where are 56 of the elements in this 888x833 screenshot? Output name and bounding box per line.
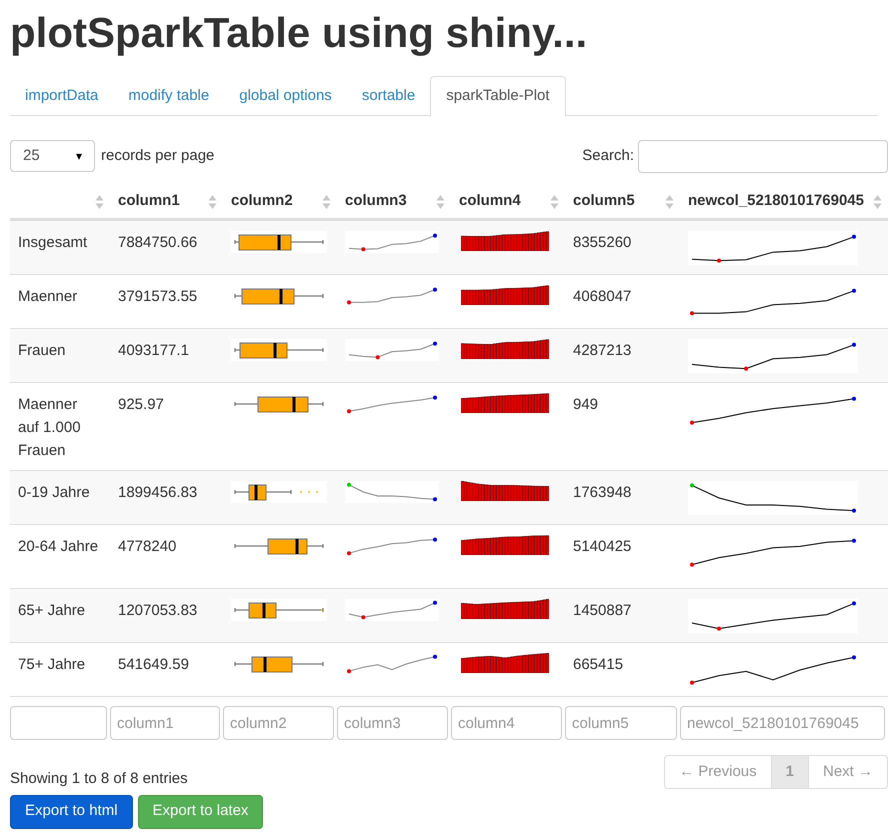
filter-field[interactable]: column5: [565, 706, 677, 740]
records-per-page-select[interactable]: 25 ▾: [10, 140, 95, 172]
column-header[interactable]: column5: [573, 190, 635, 212]
table-cell: 541649.59: [118, 656, 189, 673]
tab[interactable]: importData: [10, 76, 114, 116]
export-button[interactable]: Export to html: [10, 794, 133, 828]
records-per-page-label: records per page: [101, 146, 214, 166]
filter-field[interactable]: column2: [223, 706, 334, 740]
page-title: plotSparkTable using shiny...: [9, 8, 588, 54]
table-cell: 5140425: [573, 538, 632, 555]
table-cell: Maenner auf 1.000 Frauen: [18, 396, 81, 459]
column-header[interactable]: newcol_52180101769045: [688, 190, 864, 212]
sort-icon[interactable]: [322, 194, 331, 210]
filter-field[interactable]: column1: [110, 706, 220, 740]
table-cell: 7884750.66: [118, 234, 198, 251]
filter-field[interactable]: newcol_52180101769045: [680, 706, 885, 740]
table-cell: Insgesamt: [18, 234, 88, 251]
search-field[interactable]: [638, 140, 888, 172]
column-header[interactable]: column3: [345, 190, 407, 212]
table-cell: 3791573.55: [118, 288, 198, 305]
entries-info: Showing 1 to 8 of 8 entries: [10, 769, 188, 789]
sort-icon[interactable]: [95, 194, 104, 210]
tab[interactable]: global options: [224, 76, 347, 116]
sort-icon[interactable]: [208, 194, 217, 210]
sort-icon[interactable]: [665, 194, 674, 210]
filter-field[interactable]: [10, 706, 107, 740]
table-cell: 8355260: [573, 234, 632, 251]
table-cell: 20-64 Jahre: [18, 538, 98, 555]
filter-field[interactable]: column3: [337, 706, 448, 740]
table-cell: 4287213: [573, 342, 632, 359]
tab[interactable]: modify table: [113, 76, 224, 116]
tab[interactable]: sparkTable-Plot: [430, 76, 566, 117]
table-cell: 1763948: [573, 484, 632, 501]
table-cell: 665415: [573, 656, 624, 673]
table-cell: 65+ Jahre: [18, 602, 86, 619]
sort-icon[interactable]: [873, 194, 882, 210]
table-cell: 75+ Jahre: [18, 656, 86, 673]
tab[interactable]: sortable: [346, 76, 430, 116]
table-cell: 1207053.83: [118, 602, 198, 619]
table-cell: 4093177.1: [118, 342, 189, 359]
table-cell: 4068047: [573, 288, 632, 305]
sort-icon[interactable]: [550, 194, 559, 210]
table-cell: 1450887: [573, 602, 632, 619]
table-cell: 925.97: [118, 396, 164, 413]
filter-field[interactable]: column4: [451, 706, 562, 740]
column-header[interactable]: column2: [231, 190, 293, 212]
table-cell: 949: [573, 396, 598, 413]
search-label: Search:: [582, 146, 634, 166]
table-cell: Frauen: [18, 342, 66, 359]
table-cell: 1899456.83: [118, 484, 198, 501]
table-cell: 4778240: [118, 538, 176, 555]
table-cell: Maenner: [18, 288, 78, 305]
column-header[interactable]: column4: [459, 190, 521, 212]
table-cell: 0-19 Jahre: [18, 484, 90, 501]
sort-icon[interactable]: [436, 194, 445, 210]
column-header[interactable]: column1: [118, 190, 180, 212]
